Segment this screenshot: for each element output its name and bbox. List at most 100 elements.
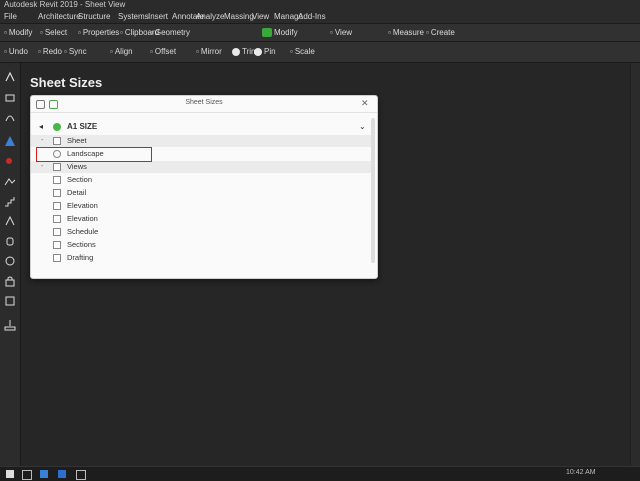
tree-row-label: Sheet — [67, 136, 87, 145]
toolbar1-button-0[interactable]: ▫ Modify — [4, 28, 32, 37]
mirror-icon: ▫ — [196, 47, 199, 56]
toolbar1-label-0: Modify — [8, 28, 33, 37]
toolbar1-label-2: Properties — [82, 28, 120, 37]
angle-icon[interactable] — [4, 215, 16, 227]
menu-item-insert[interactable]: Insert — [148, 10, 168, 23]
create-icon: ▫ — [426, 28, 429, 37]
tree-row[interactable]: Schedule — [31, 226, 371, 238]
bucket-icon[interactable] — [4, 91, 16, 103]
select-icon: ▫ — [40, 28, 43, 37]
tree-row[interactable]: - Sheet — [31, 135, 371, 147]
checkbox[interactable] — [53, 176, 61, 184]
toolbar1-button-5[interactable]: Modify — [262, 28, 298, 38]
dialog-scrollbar[interactable] — [371, 118, 375, 263]
checkbox[interactable] — [53, 202, 61, 210]
tree-row[interactable]: - Views — [31, 161, 371, 173]
menu-item-architecture[interactable]: Architecture — [38, 10, 81, 23]
toolbar1-button-4[interactable]: ▫ Geometry — [150, 28, 190, 37]
checkbox[interactable] — [53, 254, 61, 262]
toolbar1-button-1[interactable]: ▫ Select — [40, 28, 67, 37]
toolbar1-label-4: Geometry — [154, 28, 190, 37]
tree-root-row[interactable]: ◂ A1 SIZE ⌄ — [31, 120, 371, 134]
expander-icon[interactable]: - — [41, 161, 43, 173]
clipboard-icon: ▫ — [120, 28, 123, 37]
toolbar2-button-4[interactable]: ▫ Offset — [150, 47, 176, 56]
menu-item-structure[interactable]: Structure — [78, 10, 110, 23]
tree-row-label: Views — [67, 162, 87, 171]
toolbar1-button-2[interactable]: ▫ Properties — [78, 28, 119, 37]
app-title: Autodesk Revit 2019 - Sheet View — [4, 0, 126, 9]
undo-icon: ▫ — [4, 47, 7, 56]
tree-row-label: Sections — [67, 240, 96, 249]
toolbar1-label-8: Create — [430, 28, 455, 37]
scale-icon: ▫ — [290, 47, 293, 56]
trim-icon — [232, 47, 240, 56]
hand-icon[interactable] — [4, 235, 16, 247]
lock-icon[interactable] — [4, 275, 16, 287]
landscape-icon[interactable] — [4, 175, 16, 187]
search-icon[interactable] — [22, 470, 32, 480]
toolbar2-label-2: Sync — [68, 47, 87, 56]
right-scroll-strip[interactable] — [630, 63, 640, 466]
tree-row[interactable]: Detail — [31, 187, 371, 199]
stairs-icon[interactable] — [4, 195, 16, 207]
toolbar1-button-7[interactable]: ▫ Measure — [388, 28, 424, 37]
checkbox[interactable] — [53, 215, 61, 223]
close-icon[interactable]: ✕ — [361, 98, 369, 109]
menu-item-view[interactable]: View — [252, 10, 269, 23]
toolbar1-label-6: View — [334, 28, 353, 37]
tree-root-label: A1 SIZE — [67, 122, 98, 131]
menu-item-analyze[interactable]: Analyze — [196, 10, 224, 23]
folder-taskbar-icon[interactable] — [76, 470, 86, 480]
frame-icon[interactable] — [4, 295, 16, 307]
toolbar2-label-4: Offset — [154, 47, 177, 56]
arrow-icon[interactable] — [4, 71, 16, 83]
sheet-size-dialog: Sheet Sizes ✕ ◂ A1 SIZE ⌄ - Sheet Landscap… — [30, 95, 378, 279]
start-icon[interactable] — [6, 470, 14, 478]
tree-row[interactable]: Elevation — [31, 200, 371, 212]
toolbar2-button-5[interactable]: ▫ Mirror — [196, 47, 222, 56]
pin-icon — [254, 47, 262, 56]
checkbox[interactable] — [53, 241, 61, 249]
menu-bar: File Architecture Structure Systems Insert An… — [0, 10, 640, 24]
toolbar2-button-7[interactable]: Pin — [254, 47, 276, 56]
left-tool-panel — [0, 63, 21, 466]
redo-icon: ▫ — [38, 47, 41, 56]
revit-taskbar-icon[interactable] — [40, 470, 48, 478]
checkbox[interactable] — [53, 137, 61, 145]
cone-icon[interactable] — [4, 135, 16, 147]
toolbar2-button-8[interactable]: ▫ Scale — [290, 47, 315, 56]
app-taskbar-icon[interactable] — [58, 470, 66, 478]
toolbar2-button-0[interactable]: ▫ Undo — [4, 47, 28, 56]
curve-icon[interactable] — [4, 111, 16, 123]
tree-row[interactable]: Section — [31, 174, 371, 186]
expander-icon[interactable]: - — [41, 135, 43, 147]
caret-icon[interactable]: ◂ — [39, 120, 43, 134]
checkbox[interactable] — [53, 228, 61, 236]
system-tray-clock: 10:42 AM — [566, 469, 596, 476]
tree-row[interactable]: Sections — [31, 239, 371, 251]
toolbar1-label-1: Select — [44, 28, 68, 37]
menu-item-systems[interactable]: Systems — [118, 10, 149, 23]
tray-icon[interactable] — [4, 319, 16, 331]
chevron-down-icon[interactable]: ⌄ — [359, 120, 366, 134]
align-icon: ▫ — [110, 47, 113, 56]
toolbar2-button-2[interactable]: ▫ Sync — [64, 47, 87, 56]
brush-red-icon[interactable] — [4, 155, 16, 167]
shape-icon[interactable] — [4, 255, 16, 267]
menu-item-file[interactable]: File — [4, 10, 17, 23]
checkbox[interactable] — [53, 163, 61, 171]
tree-row-label: Schedule — [67, 227, 99, 236]
checkbox[interactable] — [53, 189, 61, 197]
tree-row[interactable]: Elevation — [31, 213, 371, 225]
toolbar1-button-8[interactable]: ▫ Create — [426, 28, 455, 37]
toolbar2-label-3: Align — [114, 47, 133, 56]
toolbar2-button-1[interactable]: ▫ Redo — [38, 47, 62, 56]
toolbar2-label-1: Redo — [42, 47, 62, 56]
menu-item-massing[interactable]: Massing — [224, 10, 254, 23]
toolbar1-button-6[interactable]: ▫ View — [330, 28, 352, 37]
menu-item-add-ins[interactable]: Add-Ins — [298, 10, 326, 23]
tree-row[interactable]: Drafting — [31, 252, 371, 264]
dialog-title: Sheet Sizes — [185, 99, 223, 106]
toolbar2-button-3[interactable]: ▫ Align — [110, 47, 133, 56]
